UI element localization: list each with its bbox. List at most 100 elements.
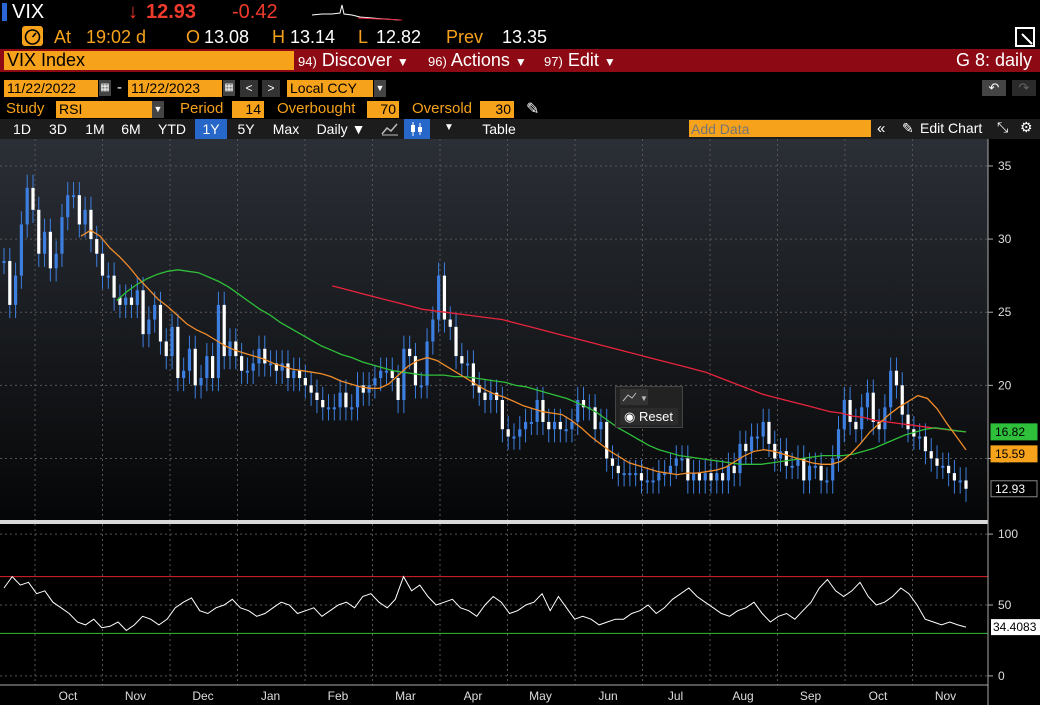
candle-body bbox=[749, 436, 754, 452]
high-label: H bbox=[272, 27, 285, 47]
candle-body bbox=[958, 480, 962, 483]
discover-label: Discover bbox=[321, 50, 392, 70]
pencil-icon[interactable]: ✎ bbox=[902, 120, 914, 137]
candle-body bbox=[112, 275, 116, 298]
start-date-input[interactable]: 11/22/2022 bbox=[4, 80, 98, 97]
expand-icon[interactable] bbox=[1014, 26, 1038, 48]
candle-body bbox=[836, 429, 841, 459]
ticker[interactable]: VIX bbox=[12, 1, 44, 24]
redo-icon[interactable]: ↷ bbox=[1012, 80, 1036, 96]
range-3d[interactable]: 3D bbox=[42, 119, 74, 139]
candle-body bbox=[297, 370, 302, 379]
line-chart-icon[interactable] bbox=[380, 121, 400, 137]
candle-body bbox=[2, 261, 6, 264]
range-ytd[interactable]: YTD bbox=[152, 119, 192, 139]
speedometer-icon[interactable] bbox=[22, 26, 43, 46]
low-label: L bbox=[358, 27, 369, 47]
next-period-icon[interactable]: > bbox=[262, 80, 280, 97]
candle-body bbox=[552, 421, 557, 430]
caret-down-icon[interactable]: ▼ bbox=[374, 80, 386, 97]
actions-number: 96) bbox=[428, 54, 447, 69]
candle-body bbox=[547, 421, 551, 430]
currency-select[interactable]: Local CCY bbox=[287, 80, 373, 97]
end-date-input[interactable]: 11/22/2023 bbox=[128, 80, 222, 97]
undo-icon[interactable]: ↶ bbox=[982, 80, 1006, 96]
calendar-icon[interactable]: ▦ bbox=[99, 80, 111, 96]
candle-body bbox=[906, 414, 910, 430]
candle-body bbox=[651, 480, 655, 483]
candle-body bbox=[77, 195, 81, 225]
study-select[interactable]: RSI bbox=[56, 101, 152, 118]
overbought-input[interactable]: 70 bbox=[367, 101, 399, 118]
x-tick-label: Apr bbox=[464, 689, 483, 703]
menu-bar: VIX Index 94) Discover ▼ 96) Actions ▼ 9… bbox=[0, 49, 1040, 72]
candle-body bbox=[425, 341, 429, 386]
table-button[interactable]: Table bbox=[470, 119, 528, 139]
edit-chart-button[interactable]: Edit Chart bbox=[920, 120, 982, 136]
candle-body bbox=[135, 290, 139, 305]
x-tick-label: Nov bbox=[935, 689, 956, 703]
candle-body bbox=[894, 370, 899, 386]
edit-label: Edit bbox=[567, 50, 599, 70]
line-style-icon[interactable]: ▼ bbox=[620, 389, 648, 405]
chart-canvas[interactable]: Oct Nov Dec Jan Feb Mar Apr May Jun Jul Aug Sep Oct N… bbox=[0, 139, 1040, 705]
range-6m[interactable]: 6M bbox=[114, 119, 148, 139]
edit-menu[interactable]: 97) Edit ▼ bbox=[544, 49, 616, 72]
range-5y[interactable]: 5Y bbox=[230, 119, 262, 139]
candle-body bbox=[483, 392, 487, 400]
open-label: O bbox=[186, 27, 201, 47]
panel-divider[interactable] bbox=[0, 520, 988, 524]
candle-body bbox=[303, 378, 307, 386]
candle-body bbox=[657, 473, 661, 481]
candle-body bbox=[199, 378, 203, 386]
range-1y[interactable]: 1Y bbox=[195, 119, 227, 139]
pencil-icon[interactable]: ✎ bbox=[526, 99, 539, 119]
add-data-input[interactable] bbox=[689, 120, 871, 137]
candle-body bbox=[240, 356, 244, 371]
candle-body bbox=[321, 399, 325, 408]
caret-down-icon[interactable]: ▼ bbox=[444, 122, 454, 133]
at-label: At bbox=[54, 27, 72, 47]
prev-period-icon[interactable]: < bbox=[240, 80, 258, 97]
oversold-input[interactable]: 30 bbox=[480, 101, 514, 118]
candle-body bbox=[408, 348, 412, 357]
candle-body bbox=[460, 356, 464, 364]
study-bar: Study RSI ▼ Period 14 Overbought 70 Over… bbox=[0, 100, 1040, 118]
candle-body bbox=[778, 451, 783, 459]
candle-body bbox=[187, 348, 192, 371]
period-input[interactable]: 14 bbox=[232, 101, 264, 118]
discover-menu[interactable]: 94) Discover ▼ bbox=[298, 49, 409, 72]
candle-body bbox=[889, 370, 893, 408]
price-y-tick-label: 25 bbox=[998, 305, 1012, 319]
candle-body bbox=[454, 326, 458, 357]
candle-body bbox=[558, 421, 562, 430]
discover-number: 94) bbox=[298, 54, 317, 69]
candle-body bbox=[668, 465, 673, 474]
candle-body bbox=[222, 304, 226, 357]
candle-body bbox=[54, 253, 58, 269]
gear-icon[interactable]: ⚙ bbox=[1020, 119, 1033, 136]
actions-menu[interactable]: 96) Actions ▼ bbox=[428, 49, 527, 72]
customize-icon[interactable]: ⤡ bbox=[997, 119, 1008, 136]
range-max[interactable]: Max bbox=[266, 119, 306, 139]
security-field[interactable]: VIX Index bbox=[4, 51, 294, 70]
candle-body bbox=[512, 436, 516, 439]
candle-body bbox=[71, 195, 76, 198]
calendar-icon[interactable]: ▦ bbox=[223, 80, 235, 96]
frequency-select[interactable]: Daily ▼ bbox=[310, 119, 372, 139]
reset-button[interactable]: ◉ Reset bbox=[620, 408, 678, 425]
collapse-icon[interactable]: « bbox=[877, 120, 885, 137]
range-1d[interactable]: 1D bbox=[6, 119, 38, 139]
caret-down-icon[interactable]: ▼ bbox=[152, 101, 164, 118]
range-1m[interactable]: 1M bbox=[78, 119, 112, 139]
candlestick-icon[interactable] bbox=[404, 119, 430, 139]
candle-body bbox=[379, 370, 383, 379]
candle-body bbox=[964, 480, 968, 489]
svg-text:▼: ▼ bbox=[640, 394, 648, 403]
candle-body bbox=[610, 458, 615, 466]
candle-body bbox=[871, 392, 875, 422]
candle-body bbox=[95, 239, 99, 254]
candle-body bbox=[257, 348, 261, 364]
period-label: Period bbox=[180, 100, 224, 117]
reset-label: Reset bbox=[638, 409, 673, 424]
